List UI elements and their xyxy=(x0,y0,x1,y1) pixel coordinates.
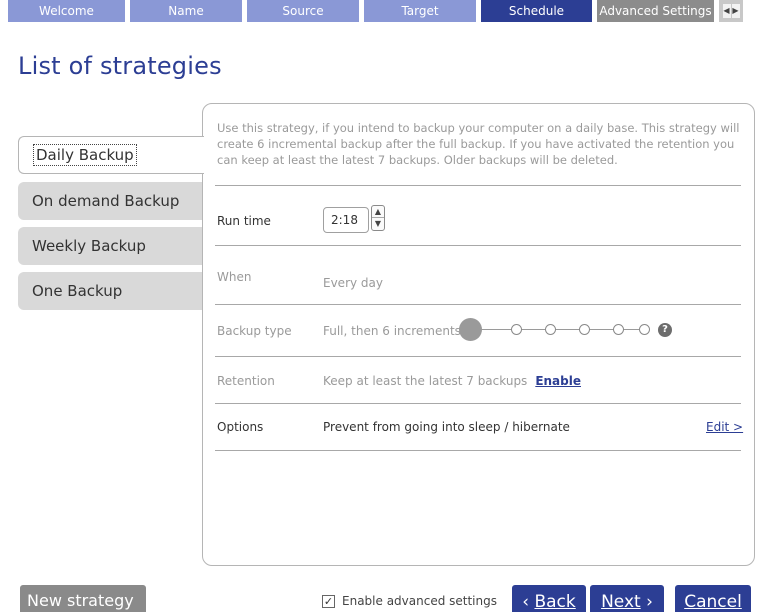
increment-dot xyxy=(613,324,624,335)
back-label: Back xyxy=(534,592,576,612)
when-label: When xyxy=(217,270,252,284)
tab-name[interactable]: Name xyxy=(130,0,242,22)
divider xyxy=(215,450,741,451)
increment-dot xyxy=(545,324,556,335)
retention-label: Retention xyxy=(217,374,275,388)
options-label: Options xyxy=(217,420,264,434)
new-strategy-button[interactable]: New strategy xyxy=(20,585,146,612)
scroll-left-icon[interactable]: ◀ xyxy=(722,4,731,18)
retention-value: Keep at least the latest 7 backups Enable xyxy=(323,374,581,388)
strategy-weekly-backup[interactable]: Weekly Backup xyxy=(18,227,203,265)
divider xyxy=(215,304,741,305)
strategy-label: On demand Backup xyxy=(32,192,180,210)
help-icon[interactable]: ? xyxy=(658,323,672,337)
divider xyxy=(215,403,741,404)
page-title: List of strategies xyxy=(18,52,222,80)
backup-type-label: Backup type xyxy=(217,324,292,338)
enable-advanced-settings[interactable]: ✓ Enable advanced settings xyxy=(322,594,497,608)
increment-dot xyxy=(579,324,590,335)
run-time-label: Run time xyxy=(217,214,271,228)
cancel-button[interactable]: Cancel xyxy=(675,585,751,612)
strategy-description: Use this strategy, if you intend to back… xyxy=(217,121,740,167)
when-value: Every day xyxy=(323,276,383,290)
run-time-spinner: ▲ ▼ xyxy=(371,205,385,231)
options-value: Prevent from going into sleep / hibernat… xyxy=(323,420,570,434)
strategy-daily-backup[interactable]: Daily Backup xyxy=(18,136,204,174)
strategy-on-demand-backup[interactable]: On demand Backup xyxy=(18,182,203,220)
run-time-input[interactable]: 2:18 xyxy=(323,207,369,233)
increment-dot xyxy=(511,324,522,335)
tab-schedule[interactable]: Schedule xyxy=(481,0,592,22)
scroll-right-icon[interactable]: ▶ xyxy=(731,4,740,18)
backup-type-value: Full, then 6 increments xyxy=(323,324,461,338)
cancel-label: Cancel xyxy=(684,592,742,612)
options-edit-link[interactable]: Edit > xyxy=(706,420,743,434)
enable-advanced-label: Enable advanced settings xyxy=(342,594,497,608)
tab-welcome[interactable]: Welcome xyxy=(8,0,125,22)
retention-enable-link[interactable]: Enable xyxy=(535,374,581,388)
spinner-up-icon[interactable]: ▲ xyxy=(372,206,384,218)
strategy-one-backup[interactable]: One Backup xyxy=(18,272,203,310)
strategy-label: One Backup xyxy=(32,282,123,300)
full-backup-dot xyxy=(459,318,482,341)
tab-scroll-arrows: ◀ ▶ xyxy=(719,0,743,22)
strategy-details-panel: Use this strategy, if you intend to back… xyxy=(202,103,755,566)
backup-timeline xyxy=(459,318,659,342)
tab-advanced-settings[interactable]: Advanced Settings xyxy=(597,0,714,22)
checkbox-checked-icon[interactable]: ✓ xyxy=(322,594,335,608)
next-button[interactable]: Next › xyxy=(590,585,664,612)
divider xyxy=(215,185,741,186)
spinner-down-icon[interactable]: ▼ xyxy=(372,218,384,230)
strategy-label: Weekly Backup xyxy=(32,237,146,255)
next-label: Next xyxy=(601,592,641,612)
divider xyxy=(215,245,741,246)
divider xyxy=(215,356,741,357)
tab-source[interactable]: Source xyxy=(247,0,359,22)
retention-text: Keep at least the latest 7 backups xyxy=(323,374,528,388)
strategy-label: Daily Backup xyxy=(33,144,137,166)
increment-dot xyxy=(639,324,650,335)
tab-target[interactable]: Target xyxy=(364,0,476,22)
back-button[interactable]: ‹ Back xyxy=(512,585,586,612)
